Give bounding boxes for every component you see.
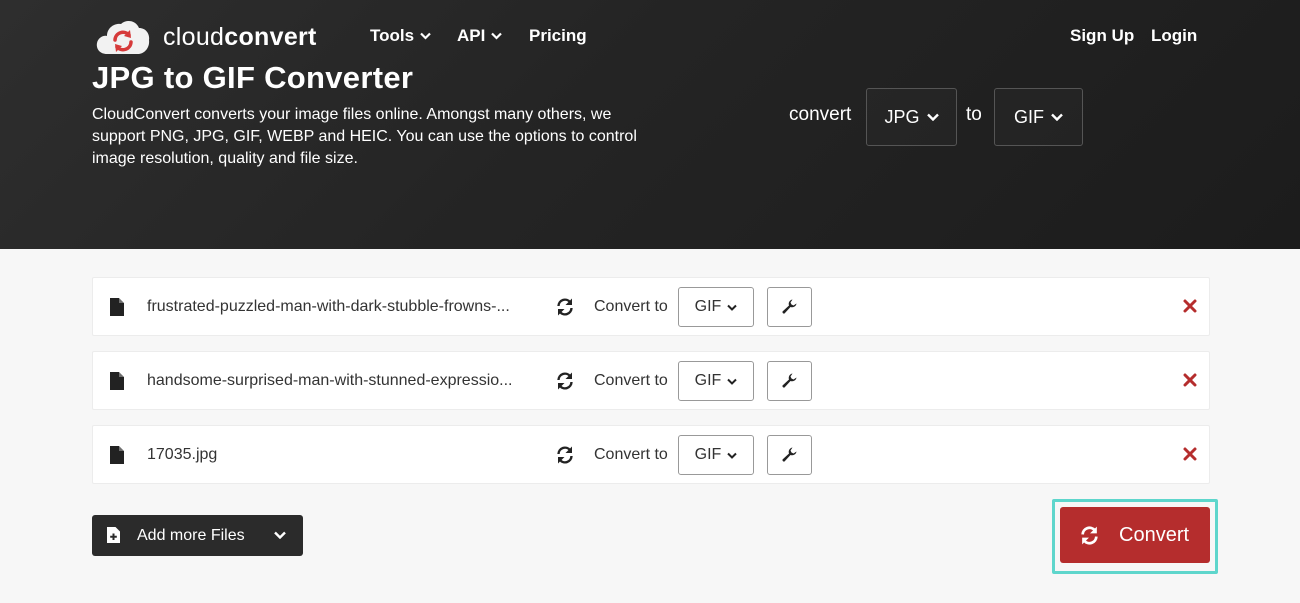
chevron-down-icon: [727, 452, 738, 459]
remove-file-icon[interactable]: [1182, 298, 1198, 314]
logo[interactable]: cloudconvert: [95, 18, 317, 56]
refresh-icon: [1081, 526, 1098, 545]
chevron-down-icon: [926, 113, 939, 121]
settings-button[interactable]: [767, 435, 812, 475]
file-row: handsome-surprised-man-with-stunned-expr…: [92, 351, 1210, 410]
chevron-down-icon: [727, 378, 738, 385]
chevron-down-icon: [1051, 113, 1063, 121]
convert-label: Convert: [1119, 524, 1190, 546]
from-format-dropdown[interactable]: JPG: [866, 88, 957, 146]
file-name: 17035.jpg: [147, 446, 218, 463]
output-format-value: GIF: [694, 446, 722, 463]
signup-link[interactable]: Sign Up: [1070, 26, 1134, 46]
file-icon: [110, 298, 124, 316]
convert-to-label: Convert to: [594, 372, 668, 389]
output-format-value: GIF: [694, 372, 722, 389]
hero-header: cloudconvert Tools API Pricing Sign Up L…: [0, 0, 1300, 249]
signup-label: Sign Up: [1070, 26, 1135, 45]
nav-pricing-label: Pricing: [529, 26, 587, 45]
to-label: to: [966, 104, 982, 125]
cloud-logo-icon: [96, 20, 150, 54]
refresh-icon: [557, 372, 573, 390]
from-format-value: JPG: [884, 106, 920, 127]
nav-api[interactable]: API: [457, 26, 503, 46]
file-name: frustrated-puzzled-man-with-dark-stubble…: [147, 298, 510, 315]
login-link[interactable]: Login: [1151, 26, 1197, 46]
page-title: JPG to GIF Converter: [92, 60, 414, 95]
file-icon: [110, 372, 124, 390]
logo-text: cloudconvert: [163, 22, 317, 51]
file-row: 17035.jpg Convert to GIF: [92, 425, 1210, 484]
chevron-down-icon: [274, 531, 286, 539]
nav-api-label: API: [457, 26, 486, 45]
output-format-dropdown[interactable]: GIF: [678, 435, 754, 475]
chevron-down-icon: [491, 32, 503, 40]
login-label: Login: [1151, 26, 1198, 45]
settings-button[interactable]: [767, 361, 812, 401]
refresh-icon: [557, 298, 573, 316]
add-more-files-button[interactable]: Add more Files: [92, 515, 303, 556]
add-more-files-label: Add more Files: [137, 527, 245, 544]
refresh-icon: [557, 446, 573, 464]
chevron-down-icon: [420, 32, 431, 40]
settings-button[interactable]: [767, 287, 812, 327]
convert-button[interactable]: Convert: [1060, 507, 1210, 563]
page-description: CloudConvert converts your image files o…: [92, 106, 637, 167]
file-icon: [110, 446, 124, 464]
output-format-value: GIF: [694, 298, 722, 315]
file-row: frustrated-puzzled-man-with-dark-stubble…: [92, 277, 1210, 336]
convert-to-label: Convert to: [594, 446, 668, 463]
nav-pricing[interactable]: Pricing: [529, 26, 587, 46]
convert-to-label: Convert to: [594, 298, 668, 315]
remove-file-icon[interactable]: [1182, 372, 1198, 388]
output-format-dropdown[interactable]: GIF: [678, 287, 754, 327]
file-name: handsome-surprised-man-with-stunned-expr…: [147, 372, 513, 389]
output-format-dropdown[interactable]: GIF: [678, 361, 754, 401]
wrench-icon: [782, 373, 797, 388]
to-format-value: GIF: [1014, 106, 1044, 127]
nav-tools-label: Tools: [370, 26, 415, 45]
file-plus-icon: [107, 527, 120, 543]
remove-file-icon[interactable]: [1182, 446, 1198, 462]
nav-tools[interactable]: Tools: [370, 26, 431, 46]
chevron-down-icon: [727, 304, 738, 311]
wrench-icon: [782, 299, 797, 314]
to-format-dropdown[interactable]: GIF: [994, 88, 1083, 146]
wrench-icon: [782, 447, 797, 462]
convert-label: convert: [789, 104, 852, 125]
